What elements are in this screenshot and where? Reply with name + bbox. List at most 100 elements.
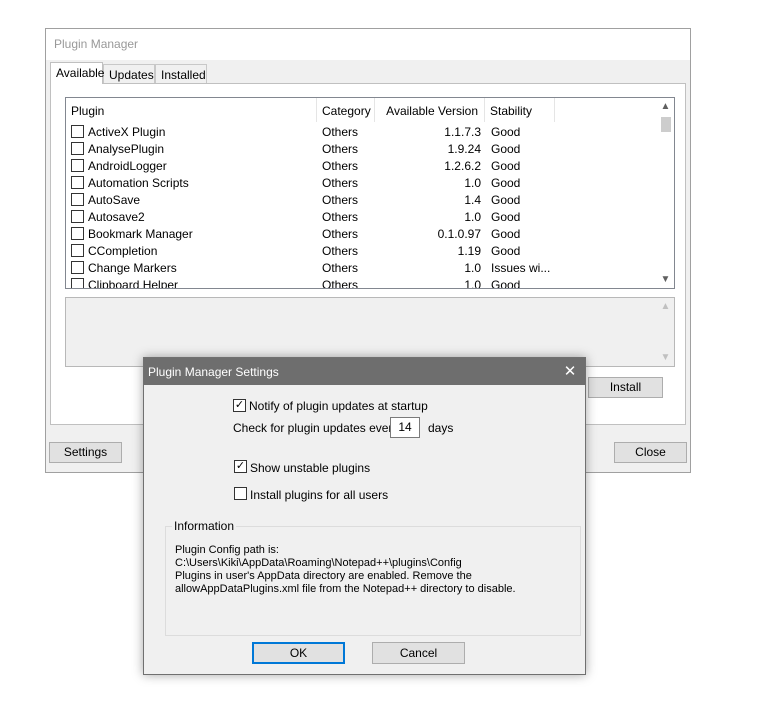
check-every-label: Check for plugin updates every: [233, 421, 399, 435]
plugin-row[interactable]: Automation Scripts Others 1.0 Good: [66, 175, 658, 192]
plugin-stability: Good: [491, 176, 521, 190]
notify-label: Notify of plugin updates at startup: [249, 399, 428, 413]
plugin-stability: Good: [491, 125, 521, 139]
ok-button[interactable]: OK: [252, 642, 345, 664]
plugin-row[interactable]: Bookmark Manager Others 0.1.0.97 Good: [66, 226, 658, 243]
plugin-category: Others: [322, 261, 359, 275]
plugin-stability: Good: [491, 210, 521, 224]
plugin-name: Clipboard Helper: [88, 278, 179, 289]
column-header-plugin[interactable]: Plugin: [66, 98, 317, 122]
cancel-button[interactable]: Cancel: [372, 642, 465, 664]
plugin-category: Others: [322, 278, 359, 289]
plugin-row[interactable]: ActiveX Plugin Others 1.1.7.3 Good: [66, 124, 658, 141]
plugin-checkbox[interactable]: [71, 142, 84, 155]
info-line: Plugin Config path is:: [175, 544, 279, 556]
tab-available[interactable]: Available: [50, 62, 104, 84]
plugin-row[interactable]: AutoSave Others 1.4 Good: [66, 192, 658, 209]
plugin-row[interactable]: AndroidLogger Others 1.2.6.2 Good: [66, 158, 658, 175]
scroll-down-icon[interactable]: ▼: [657, 271, 674, 288]
plugin-category: Others: [322, 159, 359, 173]
plugin-category: Others: [322, 125, 359, 139]
info-line: C:\Users\Kiki\AppData\Roaming\Notepad++\…: [175, 557, 462, 569]
plugin-version: 0.1.0.97: [437, 227, 481, 241]
show-unstable-label: Show unstable plugins: [250, 461, 371, 475]
plugin-name: Bookmark Manager: [88, 227, 193, 241]
scroll-up-icon[interactable]: ▲: [657, 298, 674, 315]
install-button[interactable]: Install: [588, 377, 663, 398]
plugin-row[interactable]: AnalysePlugin Others 1.9.24 Good: [66, 141, 658, 158]
plugin-version: 1.9.24: [447, 142, 481, 156]
column-header-category[interactable]: Category: [317, 98, 375, 122]
plugin-row[interactable]: Clipboard Helper Others 1.0 Good: [66, 277, 658, 289]
column-header-stability[interactable]: Stability: [485, 98, 555, 122]
plugin-checkbox[interactable]: [71, 278, 84, 288]
plugin-category: Others: [322, 176, 359, 190]
dialog-title: Plugin Manager Settings: [148, 365, 279, 379]
info-line: Plugins in user's AppData directory are …: [175, 570, 472, 582]
plugin-checkbox[interactable]: [71, 193, 84, 206]
plugin-checkbox[interactable]: [71, 261, 84, 274]
install-all-users-checkbox[interactable]: [234, 487, 247, 500]
title-bar[interactable]: Plugin Manager: [46, 29, 690, 60]
plugin-name: Autosave2: [88, 210, 145, 224]
plugin-version: 1.0: [464, 261, 481, 275]
description-scrollbar[interactable]: ▲ ▼: [657, 298, 674, 366]
information-text: Plugin Config path is: C:\Users\Kiki\App…: [175, 544, 516, 596]
column-header-version[interactable]: Available Version: [375, 98, 485, 122]
list-header: Plugin Category Available Version Stabil…: [66, 98, 658, 122]
plugin-version: 1.0: [464, 210, 481, 224]
plugin-name: AutoSave: [88, 193, 141, 207]
window-title: Plugin Manager: [54, 37, 139, 51]
plugin-row[interactable]: Autosave2 Others 1.0 Good: [66, 209, 658, 226]
plugin-stability: Good: [491, 278, 521, 289]
settings-button[interactable]: Settings: [49, 442, 122, 463]
plugin-name: ActiveX Plugin: [88, 125, 166, 139]
plugin-version: 1.4: [464, 193, 481, 207]
information-legend: Information: [172, 519, 237, 533]
plugin-category: Others: [322, 142, 359, 156]
plugin-checkbox[interactable]: [71, 159, 84, 172]
plugin-list[interactable]: Plugin Category Available Version Stabil…: [65, 97, 675, 289]
plugin-checkbox[interactable]: [71, 125, 84, 138]
plugin-row[interactable]: CCompletion Others 1.19 Good: [66, 243, 658, 260]
plugin-name: CCompletion: [88, 244, 158, 258]
days-label: days: [428, 421, 454, 435]
plugin-stability: Good: [491, 244, 521, 258]
close-button[interactable]: Close: [614, 442, 687, 463]
plugin-category: Others: [322, 227, 359, 241]
scroll-down-icon[interactable]: ▼: [657, 349, 674, 366]
plugin-category: Others: [322, 193, 359, 207]
close-icon[interactable]: ✕: [555, 358, 585, 385]
show-unstable-checkbox[interactable]: ✓: [234, 460, 247, 473]
tab-updates[interactable]: Updates: [103, 64, 155, 83]
plugin-checkbox[interactable]: [71, 176, 84, 189]
install-all-users-label: Install plugins for all users: [250, 488, 389, 502]
plugin-version: 1.0: [464, 278, 481, 289]
plugin-checkbox[interactable]: [71, 244, 84, 257]
plugin-name: Change Markers: [88, 261, 177, 275]
plugin-category: Others: [322, 210, 359, 224]
plugin-stability: Good: [491, 142, 521, 156]
scroll-thumb[interactable]: [661, 117, 671, 132]
plugin-checkbox[interactable]: [71, 210, 84, 223]
days-input[interactable]: 14: [390, 417, 420, 438]
plugin-checkbox[interactable]: [71, 227, 84, 240]
plugin-row[interactable]: Change Markers Others 1.0 Issues wi...: [66, 260, 658, 277]
settings-dialog: Plugin Manager Settings ✕ ✓ Notify of pl…: [143, 357, 586, 675]
plugin-version: 1.2.6.2: [444, 159, 481, 173]
plugin-version: 1.0: [464, 176, 481, 190]
plugin-name: Automation Scripts: [88, 176, 189, 190]
plugin-version: 1.1.7.3: [444, 125, 481, 139]
info-line: allowAppDataPlugins.xml file from the No…: [175, 583, 516, 595]
information-group: Information Plugin Config path is: C:\Us…: [165, 519, 581, 636]
plugin-stability: Good: [491, 159, 521, 173]
notify-checkbox[interactable]: ✓: [233, 399, 246, 412]
plugin-name: AnalysePlugin: [88, 142, 165, 156]
scroll-up-icon[interactable]: ▲: [657, 98, 674, 115]
plugin-name: AndroidLogger: [88, 159, 167, 173]
list-scrollbar[interactable]: ▲ ▼: [657, 98, 674, 288]
plugin-version: 1.19: [457, 244, 481, 258]
tab-installed[interactable]: Installed: [155, 64, 207, 83]
dialog-title-bar[interactable]: Plugin Manager Settings ✕: [144, 358, 585, 385]
plugin-stability: Issues wi...: [491, 261, 551, 275]
